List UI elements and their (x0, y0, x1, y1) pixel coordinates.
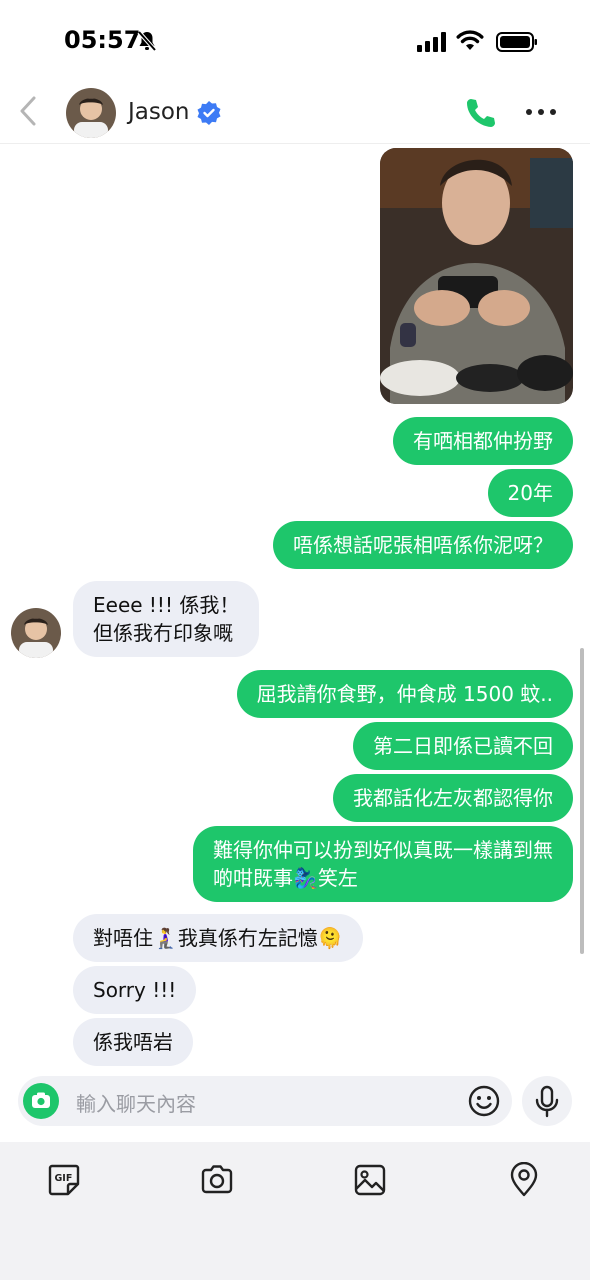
incoming-message[interactable]: 係我唔岩 (73, 1018, 193, 1066)
verified-icon (197, 101, 221, 125)
input-placeholder: 輸入聊天內容 (76, 1092, 196, 1116)
wifi-icon (456, 30, 484, 50)
battery-icon (496, 32, 537, 52)
back-arrow-icon[interactable] (14, 94, 42, 128)
microphone-button[interactable] (522, 1076, 572, 1126)
status-bar: 05:57 (0, 0, 590, 80)
outgoing-message[interactable]: 唔係想話呢張相唔係你泥呀？ (273, 521, 573, 569)
photo-message[interactable] (380, 148, 573, 404)
message-input-bar: 輸入聊天內容 (0, 1070, 590, 1142)
outgoing-message[interactable]: 第二日即係已讀不回 (353, 722, 573, 770)
microphone-icon (535, 1085, 559, 1118)
camera-icon[interactable] (199, 1162, 235, 1198)
incoming-message[interactable]: Sorry !!! (73, 966, 197, 1014)
contact-name[interactable]: Jason (128, 99, 190, 125)
outgoing-message[interactable]: 20年 (487, 469, 573, 517)
svg-text:GIF: GIF (55, 1173, 73, 1184)
outgoing-message[interactable]: 屈我請你食野，仲食成 1500 蚊.. (236, 670, 573, 718)
chat-thread[interactable]: 有哂相都仲扮野 20年 唔係想話呢張相唔係你泥呀？ Eeee !!! 係我！ 但… (0, 145, 590, 1070)
chat-header: Jason (0, 80, 590, 144)
gif-icon[interactable]: GIF (46, 1162, 82, 1198)
attachment-toolbar: GIF (0, 1142, 590, 1280)
camera-button[interactable] (23, 1083, 59, 1119)
sender-avatar[interactable] (11, 608, 61, 658)
outgoing-message[interactable]: 我都話化左灰都認得你 (333, 774, 573, 822)
phone-icon[interactable] (463, 96, 497, 130)
bell-off-icon (137, 30, 157, 52)
incoming-message[interactable]: 對唔住🧎‍♀️我真係冇左記憶🫠 (73, 914, 363, 962)
message-input[interactable]: 輸入聊天內容 (18, 1076, 512, 1126)
signal-icon (417, 32, 446, 52)
outgoing-message[interactable]: 難得你仲可以扮到好似真既一樣講到無 啲咁既事🧞‍♀️笑左 (193, 826, 573, 902)
location-icon[interactable] (506, 1162, 542, 1198)
contact-avatar[interactable] (66, 88, 116, 138)
more-icon[interactable] (524, 106, 558, 118)
camera-icon (32, 1092, 50, 1108)
outgoing-message[interactable]: 有哂相都仲扮野 (393, 417, 573, 465)
incoming-message[interactable]: Eeee !!! 係我！ 但係我冇印象嘅 (73, 581, 260, 657)
image-icon[interactable] (352, 1162, 388, 1198)
chat-scrollbar[interactable] (580, 648, 584, 954)
emoji-icon[interactable] (468, 1085, 500, 1117)
status-time: 05:57 (64, 26, 141, 54)
